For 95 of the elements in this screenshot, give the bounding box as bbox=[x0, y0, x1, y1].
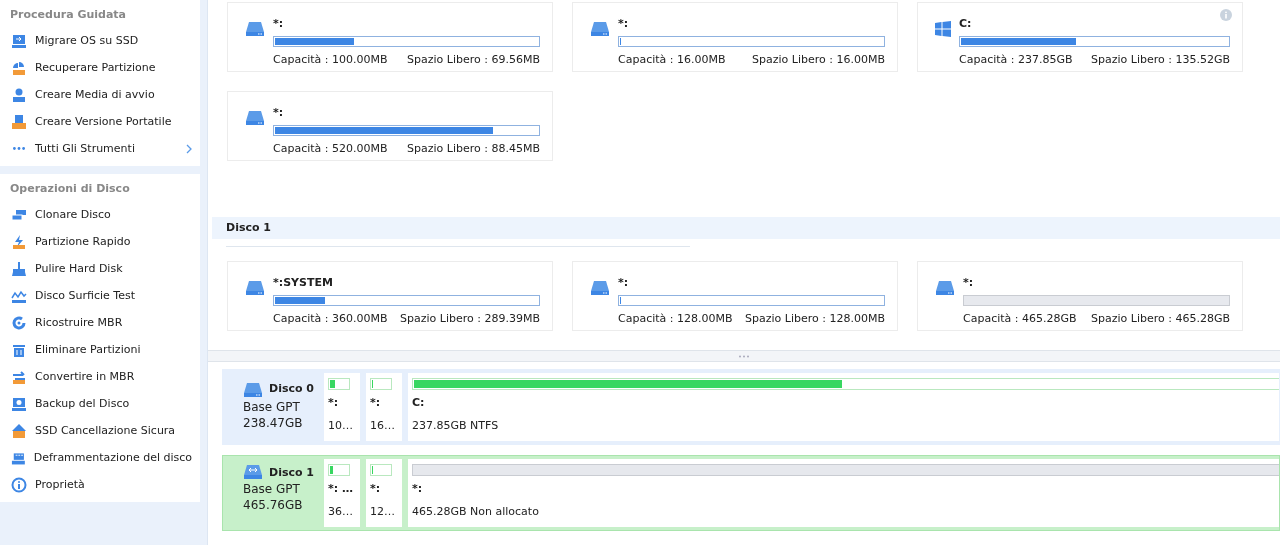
user-drive-icon bbox=[11, 86, 27, 103]
partition-size: 36… bbox=[328, 505, 354, 518]
free-space-label: Spazio Libero : 289.39MB bbox=[400, 312, 540, 325]
info-icon bbox=[11, 476, 27, 493]
sidebar-item[interactable]: Disco Surficie Test bbox=[0, 282, 200, 309]
partition-card[interactable]: *: Capacità : 465.28GB Spazio Libero : 465.28GB bbox=[917, 261, 1243, 331]
partition-size: 10… bbox=[328, 419, 354, 432]
partition-name: *: bbox=[412, 482, 424, 495]
disk-type: Base GPT bbox=[243, 400, 301, 414]
capacity-label: Capacità : 128.00MB bbox=[618, 312, 733, 325]
partition-name: *:SYSTEM bbox=[273, 276, 334, 289]
info-icon[interactable] bbox=[1220, 9, 1232, 21]
disk-row[interactable]: Disco 0 Base GPT 238.47GB *: 10… *: 16… C: 237.85GB NTFS bbox=[222, 369, 1280, 445]
disk-type: Base GPT bbox=[243, 482, 301, 496]
disk-name: Disco 1 bbox=[269, 465, 314, 479]
section-title: Operazioni di Disco bbox=[9, 181, 131, 197]
partition-block[interactable]: *: 16… bbox=[366, 373, 402, 441]
partition-name: *: bbox=[618, 276, 630, 289]
sidebar-item[interactable]: Creare Media di avvio bbox=[0, 81, 200, 108]
capacity-label: Capacità : 237.85GB bbox=[959, 53, 1073, 66]
drive-icon bbox=[245, 280, 265, 296]
partition-block[interactable]: *: 12… bbox=[366, 459, 402, 527]
partition-size: 465.28GB Non allocato bbox=[412, 505, 540, 518]
free-space-label: Spazio Libero : 135.52GB bbox=[1091, 53, 1230, 66]
partition-name: *: … bbox=[328, 482, 354, 495]
partition-name: *: bbox=[370, 396, 382, 409]
drive-icon bbox=[243, 382, 263, 398]
sidebar-item[interactable]: Convertire in MBR bbox=[0, 363, 200, 390]
sidebar-item[interactable]: Proprietà bbox=[0, 471, 200, 498]
free-space-label: Spazio Libero : 69.56MB bbox=[407, 53, 540, 66]
sidebar-item[interactable]: Recuperare Partizione bbox=[0, 54, 200, 81]
windows-icon bbox=[935, 21, 951, 37]
sidebar-item[interactable]: Ricostruire MBR bbox=[0, 309, 200, 336]
drive-icon bbox=[935, 280, 955, 296]
disk-name: Disco 0 bbox=[269, 381, 314, 395]
capacity-label: Capacità : 16.00MB bbox=[618, 53, 726, 66]
house-icon bbox=[11, 422, 27, 439]
drive-icon bbox=[245, 110, 265, 126]
convert-icon bbox=[11, 368, 27, 385]
partition-name: *: bbox=[328, 396, 340, 409]
partition-name: *: bbox=[618, 17, 630, 30]
partition-card[interactable]: *:SYSTEM Capacità : 360.00MB Spazio Libero : 289.39MB bbox=[227, 261, 553, 331]
partition-card[interactable]: C: Capacità : 237.85GB Spazio Libero : 135.52GB bbox=[917, 2, 1243, 72]
free-space-label: Spazio Libero : 16.00MB bbox=[752, 53, 885, 66]
capacity-label: Capacità : 100.00MB bbox=[273, 53, 388, 66]
drive-disc-icon bbox=[11, 395, 27, 412]
partition-block[interactable]: *: 465.28GB Non allocato bbox=[408, 459, 1279, 527]
capacity-label: Capacità : 465.28GB bbox=[963, 312, 1077, 325]
partition-name: *: bbox=[963, 276, 975, 289]
refresh-icon bbox=[11, 314, 27, 331]
partition-name: *: bbox=[273, 17, 285, 30]
capacity-label: Capacità : 520.00MB bbox=[273, 142, 388, 155]
disk-row[interactable]: Disco 1 Base GPT 465.76GB *: … 36… *: 12… *: 465.28GB Non allocato bbox=[222, 455, 1280, 531]
section-title: Procedura Guidata bbox=[9, 7, 127, 23]
partition-size: 12… bbox=[370, 505, 396, 518]
disk-header: Disco 1 bbox=[212, 217, 1280, 239]
partition-block[interactable]: *: … 36… bbox=[324, 459, 360, 527]
sidebar-item[interactable]: Clonare Disco bbox=[0, 201, 200, 228]
dots-icon bbox=[13, 147, 25, 150]
partition-size: 237.85GB NTFS bbox=[412, 419, 500, 432]
sidebar-item[interactable]: Partizione Rapido bbox=[0, 228, 200, 255]
free-space-label: Spazio Libero : 465.28GB bbox=[1091, 312, 1230, 325]
brush-icon bbox=[11, 260, 27, 277]
sidebar-item[interactable]: Tutti Gli Strumenti bbox=[0, 135, 200, 162]
sidebar-item[interactable]: Deframmentazione del disco bbox=[0, 444, 200, 471]
sidebar-item[interactable]: Eliminare Partizioni bbox=[0, 336, 200, 363]
partition-size: 16… bbox=[370, 419, 396, 432]
drive-icon bbox=[245, 21, 265, 37]
drive-arrows-icon bbox=[243, 464, 263, 480]
disk-size: 465.76GB bbox=[243, 498, 304, 512]
sidebar-item[interactable]: Backup del Disco bbox=[0, 390, 200, 417]
drive-arrow-icon bbox=[11, 32, 27, 49]
capacity-label: Capacità : 360.00MB bbox=[273, 312, 388, 325]
free-space-label: Spazio Libero : 128.00MB bbox=[745, 312, 885, 325]
partition-block[interactable]: C: 237.85GB NTFS bbox=[408, 373, 1279, 441]
partition-name: C: bbox=[959, 17, 973, 30]
sidebar-item[interactable]: SSD Cancellazione Sicura bbox=[0, 417, 200, 444]
sidebar-item[interactable]: Migrare OS su SSD bbox=[0, 27, 200, 54]
partition-card[interactable]: *: Capacità : 128.00MB Spazio Libero : 128.00MB bbox=[572, 261, 898, 331]
drive-icon bbox=[590, 280, 610, 296]
sidebar-item[interactable]: Creare Versione Portatile bbox=[0, 108, 200, 135]
partition-card[interactable]: *: Capacità : 100.00MB Spazio Libero : 69.56MB bbox=[227, 2, 553, 72]
partition-name: C: bbox=[412, 396, 426, 409]
sidebar-item[interactable]: Pulire Hard Disk bbox=[0, 255, 200, 282]
resize-handle-icon[interactable] bbox=[738, 354, 750, 358]
partition-card[interactable]: *: Capacità : 520.00MB Spazio Libero : 88.45MB bbox=[227, 91, 553, 161]
partition-card[interactable]: *: Capacità : 16.00MB Spazio Libero : 16.00MB bbox=[572, 2, 898, 72]
free-space-label: Spazio Libero : 88.45MB bbox=[407, 142, 540, 155]
disk-size: 238.47GB bbox=[243, 416, 304, 430]
drive-icon bbox=[590, 21, 610, 37]
pie-chart-icon bbox=[11, 59, 27, 76]
partition-name: *: bbox=[370, 482, 382, 495]
partition-name: *: bbox=[273, 106, 285, 119]
partition-block[interactable]: *: 10… bbox=[324, 373, 360, 441]
lightning-icon bbox=[11, 233, 27, 250]
